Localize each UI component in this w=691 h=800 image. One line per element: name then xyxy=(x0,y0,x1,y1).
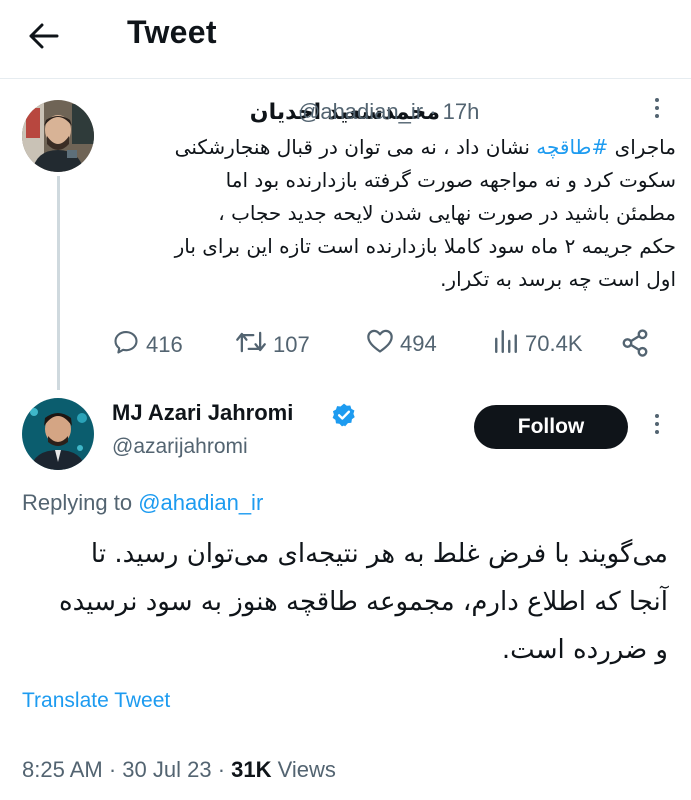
reply-button[interactable]: 416 xyxy=(112,328,183,362)
share-button[interactable] xyxy=(620,328,650,364)
retweet-icon xyxy=(235,328,267,362)
retweet-button[interactable]: 107 xyxy=(235,328,310,362)
replying-to: Replying to @ahadian_ir xyxy=(22,490,264,515)
tweet-meta: 8:25 AM · 30 Jul 23 · 31K Views xyxy=(22,757,336,782)
share-icon xyxy=(620,328,650,364)
tweet-line: و ضررده است. xyxy=(501,635,668,665)
tweet-text: می‌گویند با فرض غلط به هر نتیجه‌ای می‌تو… xyxy=(22,530,668,674)
like-button[interactable]: 494 xyxy=(366,328,437,360)
translate-tweet-link[interactable]: Translate Tweet xyxy=(22,689,170,713)
tweet-line: مطمئن باشید در صورت نهایی شدن لایحه جدید… xyxy=(218,201,676,225)
reply-icon xyxy=(112,328,140,362)
tweet-time[interactable]: 17h xyxy=(443,99,480,124)
tweet-line: اول است چه برسد به تکرار. xyxy=(440,267,676,291)
avatar[interactable] xyxy=(22,398,94,470)
avatar[interactable] xyxy=(22,100,94,172)
views-count: 31K xyxy=(231,757,272,782)
author-handle-time[interactable]: @ahadian_ir · 17h xyxy=(298,99,479,125)
follow-button[interactable]: Follow xyxy=(474,405,628,449)
views-button[interactable]: 70.4K xyxy=(493,328,583,360)
author-name[interactable]: MJ Azari Jahromi xyxy=(112,400,293,426)
author-handle[interactable]: @azarijahromi xyxy=(112,435,248,459)
tweet-line: ماجرای #طاقچه نشان داد ، نه می توان در ق… xyxy=(174,135,676,159)
separator-dot: · xyxy=(429,99,437,124)
tweet-time[interactable]: 8:25 AM xyxy=(22,757,103,782)
tweet-line: آنجا که اطلاع دارم، مجموعه طاقچه هنوز به… xyxy=(58,587,668,617)
like-count: 494 xyxy=(400,331,437,356)
header-divider xyxy=(0,78,691,79)
author-handle[interactable]: @ahadian_ir xyxy=(298,99,423,124)
hashtag-link[interactable]: #طاقچه xyxy=(536,135,608,159)
tweet-line: حکم جریمه ۲ ماه سود کاملا بازدارنده است … xyxy=(174,234,676,258)
tweet-date[interactable]: 30 Jul 23 xyxy=(122,757,211,782)
top-bar xyxy=(0,0,691,78)
back-arrow-icon[interactable] xyxy=(22,14,66,58)
verified-badge-icon xyxy=(331,402,357,433)
tweet-line: سکوت کرد و نه مواجهه صورت گرفته بازدارند… xyxy=(225,168,676,192)
tweet-line: می‌گویند با فرض غلط به هر نتیجه‌ای می‌تو… xyxy=(90,539,668,569)
tweet-text: ماجرای #طاقچه نشان داد ، نه می توان در ق… xyxy=(118,131,676,296)
more-options-icon[interactable] xyxy=(647,98,667,118)
more-options-icon[interactable] xyxy=(647,414,667,434)
page-title: Tweet xyxy=(127,14,217,50)
retweet-count: 107 xyxy=(273,332,310,357)
heart-icon xyxy=(366,328,394,360)
thread-line xyxy=(57,176,60,390)
reply-count: 416 xyxy=(146,332,183,357)
views-label: Views xyxy=(271,757,336,782)
bar-chart-icon xyxy=(493,328,519,360)
views-count: 70.4K xyxy=(525,331,583,356)
replying-handle-link[interactable]: @ahadian_ir xyxy=(138,490,263,515)
